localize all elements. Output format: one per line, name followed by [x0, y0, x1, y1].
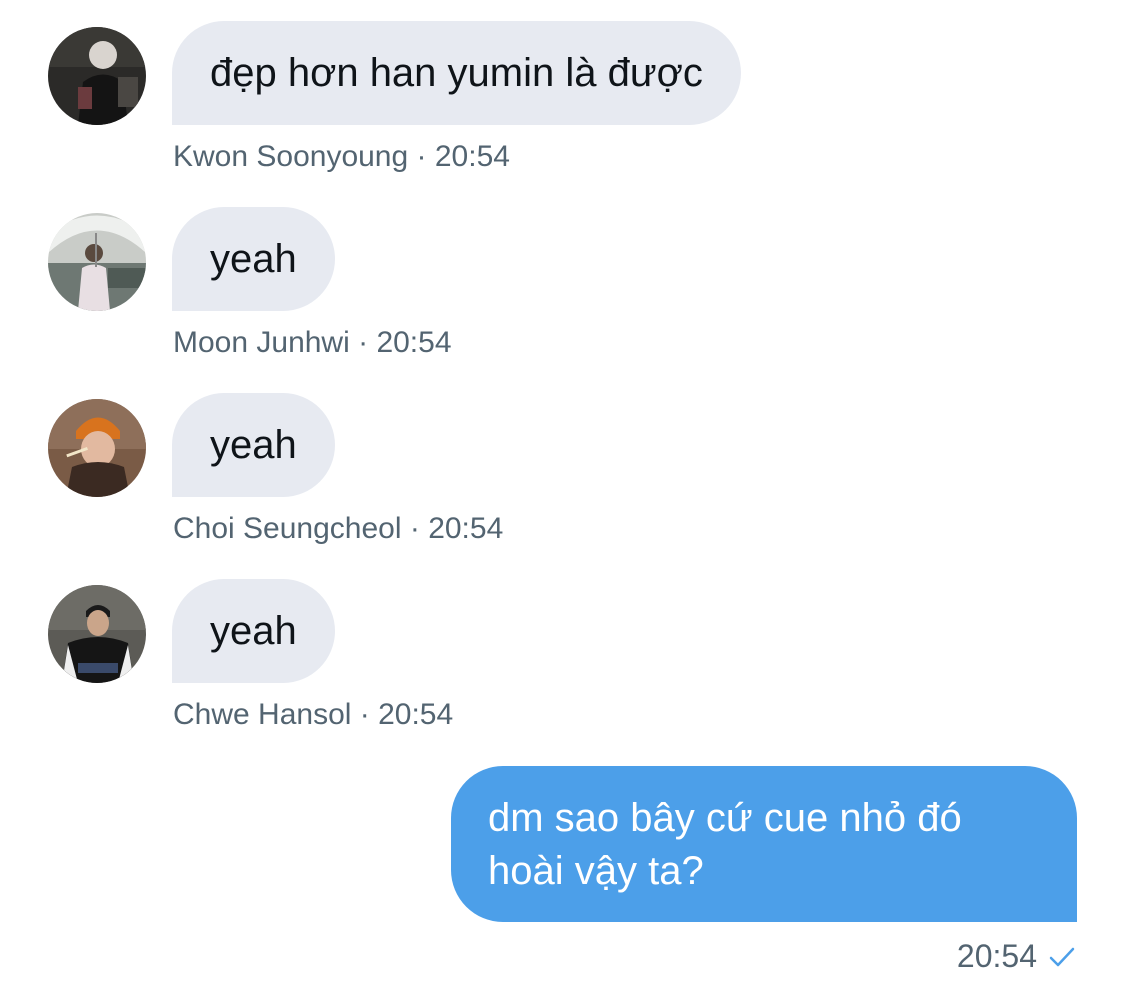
- message-time: 20:54: [434, 140, 510, 173]
- outgoing-message-meta: 20:54: [957, 938, 1075, 975]
- avatar[interactable]: [48, 27, 146, 125]
- message-bubble[interactable]: yeah: [172, 393, 335, 497]
- message-bubble[interactable]: yeah: [172, 207, 335, 311]
- check-icon: [1049, 946, 1075, 968]
- avatar[interactable]: [48, 213, 146, 311]
- message-meta: Choi Seungcheol · 20:54: [173, 512, 503, 546]
- message-time: 20:54: [428, 512, 504, 545]
- outgoing-message-line: dm sao bây cứ cue nhỏ đó: [488, 796, 962, 840]
- message-bubble[interactable]: đẹp hơn han yumin là được: [172, 21, 741, 125]
- author-name: Kwon Soonyoung: [173, 140, 409, 173]
- outgoing-message-line: hoài vậy ta?: [488, 849, 704, 893]
- meta-separator: ·: [349, 326, 377, 359]
- message-time: 20:54: [956, 938, 1037, 974]
- message-bubble[interactable]: yeah: [172, 579, 335, 683]
- message-meta: Kwon Soonyoung · 20:54: [173, 140, 510, 174]
- author-name: Choi Seungcheol: [173, 512, 402, 545]
- author-name: Chwe Hansol: [173, 698, 352, 731]
- author-name: Moon Junhwi: [173, 326, 350, 359]
- message-meta: Moon Junhwi · 20:54: [173, 326, 452, 360]
- meta-separator: ·: [351, 698, 379, 731]
- avatar[interactable]: [48, 585, 146, 683]
- meta-separator: ·: [401, 512, 429, 545]
- message-meta: Chwe Hansol · 20:54: [173, 698, 453, 732]
- message-time: 20:54: [378, 698, 454, 731]
- meta-separator: ·: [408, 140, 435, 173]
- avatar[interactable]: [48, 399, 146, 497]
- outgoing-message-bubble[interactable]: dm sao bây cứ cue nhỏ đó hoài vậy ta?: [451, 766, 1077, 922]
- message-time: 20:54: [376, 326, 452, 359]
